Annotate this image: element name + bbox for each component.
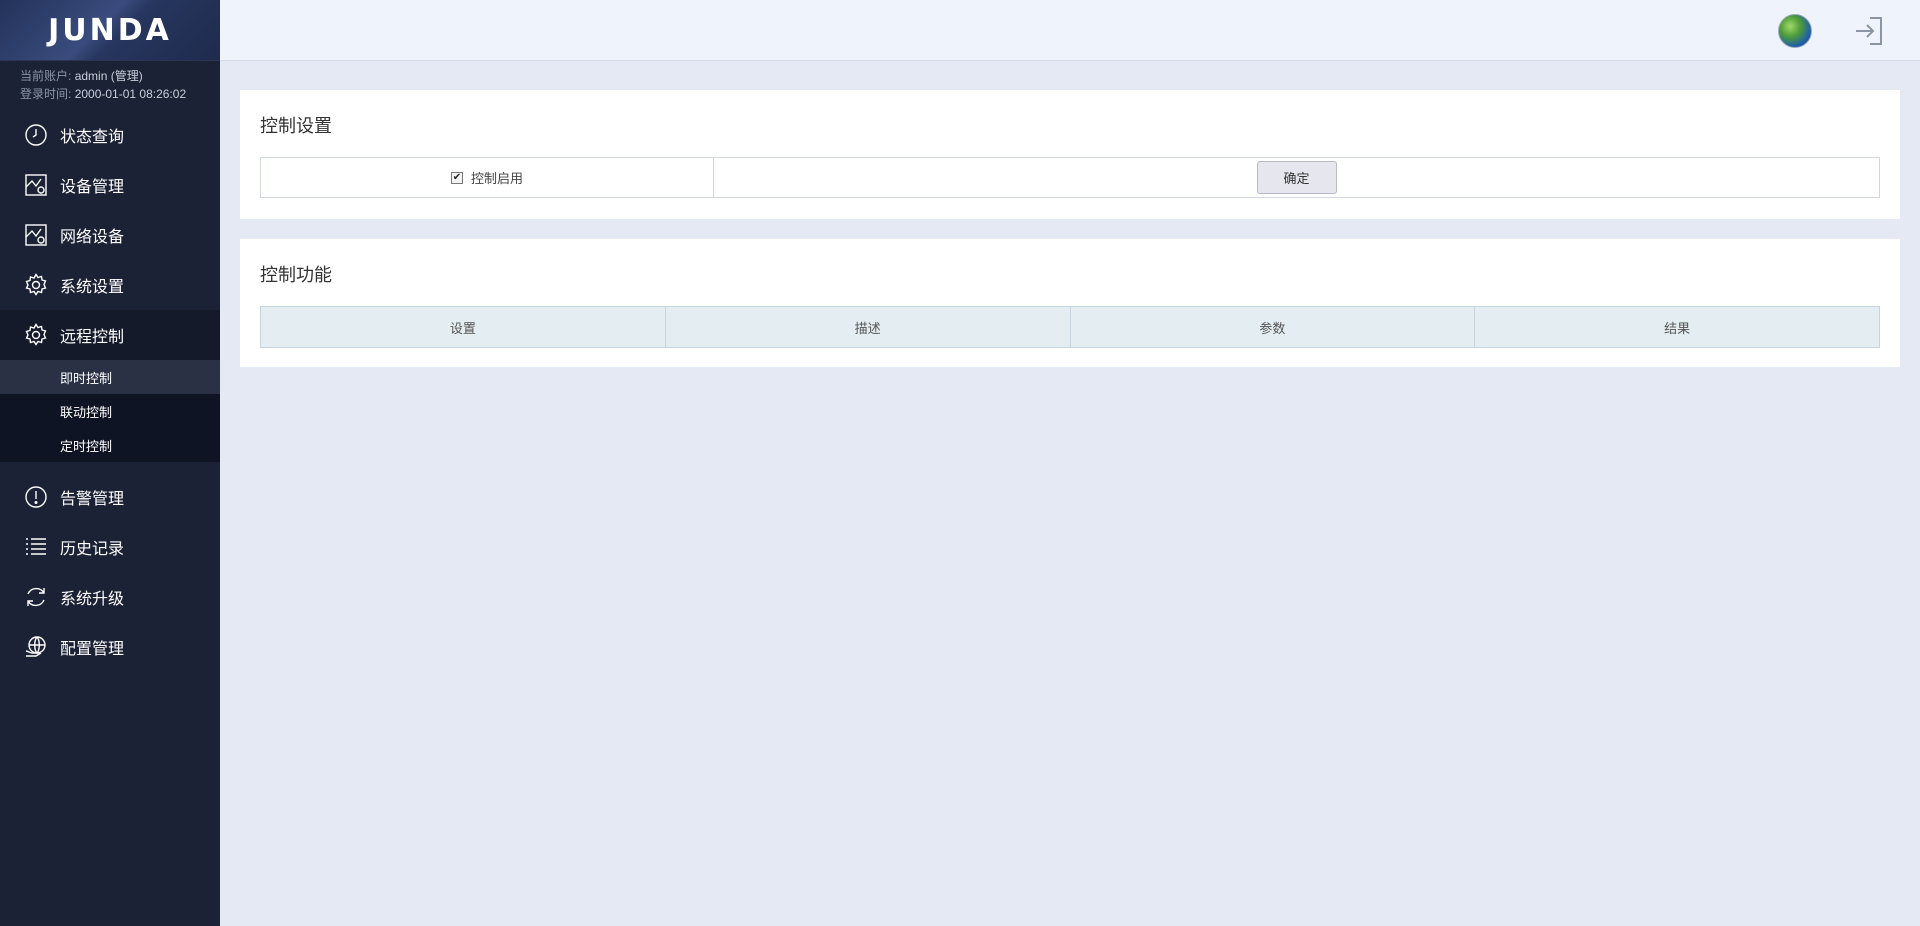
nav-label: 系统设置 (60, 279, 125, 296)
column-header-description[interactable]: 描述 (666, 307, 1071, 347)
control-settings-row: ✔ 控制启用 确定 (260, 157, 1880, 198)
control-functions-panel: 控制功能 设置 描述 参数 结果 (240, 239, 1900, 367)
column-header-setting[interactable]: 设置 (261, 307, 666, 347)
confirm-cell: 确定 (714, 158, 1879, 197)
control-functions-table-header: 设置 描述 参数 结果 (260, 306, 1880, 348)
nav-item-system-upgrade[interactable]: 系统升级 (0, 572, 220, 622)
control-settings-panel: 控制设置 ✔ 控制启用 确定 (240, 90, 1900, 219)
nav-item-network-device[interactable]: 网络设备 (0, 210, 220, 260)
submenu-spacer (0, 462, 220, 472)
confirm-button[interactable]: 确定 (1256, 161, 1337, 194)
logout-icon[interactable] (1854, 15, 1884, 47)
globe-hand-icon (24, 635, 48, 659)
network-device-icon (24, 223, 48, 247)
alert-icon (24, 485, 48, 509)
nav-label: 远程控制 (60, 329, 125, 346)
current-account-label: 当前账户: (20, 69, 72, 83)
gear-icon (24, 273, 48, 297)
login-time-label: 登录时间: (20, 87, 72, 101)
logo: JUNDA (0, 0, 220, 61)
control-enable-checkbox[interactable]: ✔ (450, 171, 463, 184)
current-account-value: admin (管理) (74, 69, 143, 83)
control-settings-title: 控制设置 (260, 116, 332, 136)
list-icon (24, 535, 48, 559)
gear-icon (24, 323, 48, 347)
nav-item-remote-control[interactable]: 远程控制 (0, 310, 220, 360)
refresh-icon (24, 585, 48, 609)
sidebar: JUNDA 当前账户: admin (管理) 登录时间: 2000-01-01 … (0, 0, 220, 926)
control-functions-title: 控制功能 (260, 265, 332, 285)
nav-item-system-settings[interactable]: 系统设置 (0, 260, 220, 310)
nav-label: 设备管理 (60, 179, 125, 196)
nav-label: 网络设备 (60, 229, 125, 246)
nav-item-alarm-management[interactable]: 告警管理 (0, 472, 220, 522)
device-icon (24, 173, 48, 197)
nav-item-history[interactable]: 历史记录 (0, 522, 220, 572)
nav-label: 系统升级 (60, 591, 125, 608)
sub-item-instant-control[interactable]: 即时控制 (0, 360, 220, 394)
nav-item-device-management[interactable]: 设备管理 (0, 160, 220, 210)
top-bar (220, 0, 1920, 61)
nav-label: 历史记录 (60, 541, 125, 558)
globe-icon[interactable] (1778, 14, 1812, 48)
remote-control-submenu: 即时控制 联动控制 定时控制 (0, 360, 220, 462)
nav-item-config-management[interactable]: 配置管理 (0, 622, 220, 672)
sub-item-linkage-control[interactable]: 联动控制 (0, 394, 220, 428)
control-enable-cell: ✔ 控制启用 (261, 158, 714, 197)
nav-label: 状态查询 (60, 129, 125, 146)
column-header-result[interactable]: 结果 (1475, 307, 1879, 347)
logo-text: JUNDA (48, 12, 172, 48)
column-header-parameter[interactable]: 参数 (1071, 307, 1476, 347)
clock-icon (24, 123, 48, 147)
nav-label: 配置管理 (60, 641, 125, 658)
control-enable-label: 控制启用 (470, 171, 523, 186)
sub-item-scheduled-control[interactable]: 定时控制 (0, 428, 220, 462)
nav-label: 告警管理 (60, 491, 125, 508)
account-info: 当前账户: admin (管理) 登录时间: 2000-01-01 08:26:… (0, 61, 220, 110)
login-time-value: 2000-01-01 08:26:02 (74, 87, 187, 101)
nav-item-status-query[interactable]: 状态查询 (0, 110, 220, 160)
